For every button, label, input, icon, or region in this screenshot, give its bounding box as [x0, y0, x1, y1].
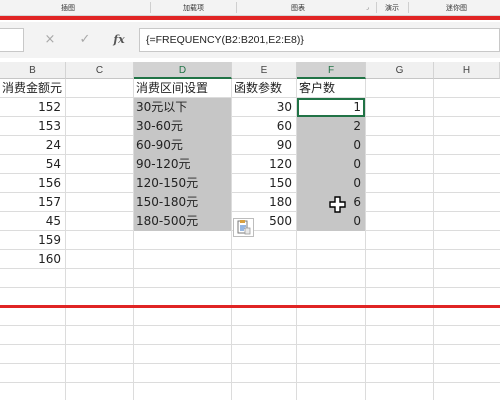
annotation-line-top [0, 16, 500, 20]
header-cell-f[interactable]: 客户数 [297, 79, 365, 98]
cell-b[interactable]: 159 [0, 231, 65, 250]
column-header-f[interactable]: F [297, 62, 366, 79]
cell-d[interactable]: 90-120元 [134, 155, 231, 174]
grid-row [0, 326, 500, 345]
cell-f[interactable]: 1 [297, 98, 365, 117]
dialog-launcher-icon[interactable]: ⌟ [366, 4, 369, 11]
paste-options-icon[interactable] [233, 218, 254, 237]
ribbon-group-charts[interactable]: 图表 [291, 3, 305, 13]
ribbon-group-addins[interactable]: 加载项 [183, 3, 204, 13]
cell-f[interactable]: 0 [297, 155, 365, 174]
cell-b[interactable]: 157 [0, 193, 65, 212]
formula-bar: × ✓ fx {=FREQUENCY(B2:B201,E2:E8)} [0, 22, 500, 58]
grid-row [0, 269, 500, 288]
cell-b[interactable]: 45 [0, 212, 65, 231]
grid-row [0, 345, 500, 364]
cell-f[interactable]: 2 [297, 117, 365, 136]
cell-d[interactable]: 120-150元 [134, 174, 231, 193]
cell-b[interactable]: 24 [0, 136, 65, 155]
cell-e[interactable]: 90 [232, 136, 296, 155]
grid-row [0, 250, 500, 269]
grid-row [0, 364, 500, 383]
cell-d[interactable]: 30元以下 [134, 98, 231, 117]
cell-e[interactable]: 60 [232, 117, 296, 136]
select-cursor-icon [329, 196, 346, 213]
cell-b[interactable]: 153 [0, 117, 65, 136]
cell-d[interactable]: 60-90元 [134, 136, 231, 155]
name-box[interactable] [0, 28, 24, 52]
column-header-e[interactable]: E [232, 62, 297, 79]
cell-b[interactable]: 54 [0, 155, 65, 174]
cell-f[interactable]: 0 [297, 212, 365, 231]
cell-b[interactable]: 156 [0, 174, 65, 193]
column-header-h[interactable]: H [434, 62, 500, 79]
column-gridline [365, 79, 366, 400]
cell-e[interactable]: 30 [232, 98, 296, 117]
cancel-icon[interactable]: × [39, 30, 61, 50]
cell-f[interactable]: 0 [297, 136, 365, 155]
grid-row [0, 383, 500, 400]
column-gridline [433, 79, 434, 400]
cell-b[interactable]: 160 [0, 250, 65, 269]
column-header-d[interactable]: D [134, 62, 232, 79]
grid-row [0, 307, 500, 326]
formula-input[interactable]: {=FREQUENCY(B2:B201,E2:E8)} [139, 28, 500, 52]
cell-f[interactable]: 0 [297, 174, 365, 193]
ribbon-separator [150, 2, 151, 13]
cell-b[interactable]: 152 [0, 98, 65, 117]
enter-icon[interactable]: ✓ [74, 30, 96, 50]
ribbon-separator [376, 2, 377, 13]
column-header-c[interactable]: C [66, 62, 134, 79]
column-header-b[interactable]: B [0, 62, 66, 79]
cell-d[interactable]: 150-180元 [134, 193, 231, 212]
header-cell-d[interactable]: 消费区间设置 [134, 79, 231, 98]
ribbon-group-sparklines[interactable]: 迷你图 [446, 3, 467, 13]
cell-e[interactable]: 120 [232, 155, 296, 174]
ribbon-separator [408, 2, 409, 13]
ribbon-group-presentation[interactable]: 演示 [385, 3, 399, 13]
insert-function-icon[interactable]: fx [108, 30, 130, 50]
ribbon-strip: 插图 加载项 图表 ⌟ 演示 迷你图 [0, 0, 500, 16]
column-gridline [65, 79, 66, 400]
column-header-g[interactable]: G [366, 62, 434, 79]
cell-e[interactable]: 150 [232, 174, 296, 193]
header-cell-b[interactable]: 消费金额元 [0, 79, 65, 98]
header-cell-e[interactable]: 函数参数 [232, 79, 296, 98]
ribbon-group-illustrations[interactable]: 插图 [61, 3, 75, 13]
ribbon-separator [236, 2, 237, 13]
cell-d[interactable]: 180-500元 [134, 212, 231, 231]
annotation-line-bottom [0, 305, 500, 308]
cell-e[interactable]: 180 [232, 193, 296, 212]
cell-d[interactable]: 30-60元 [134, 117, 231, 136]
